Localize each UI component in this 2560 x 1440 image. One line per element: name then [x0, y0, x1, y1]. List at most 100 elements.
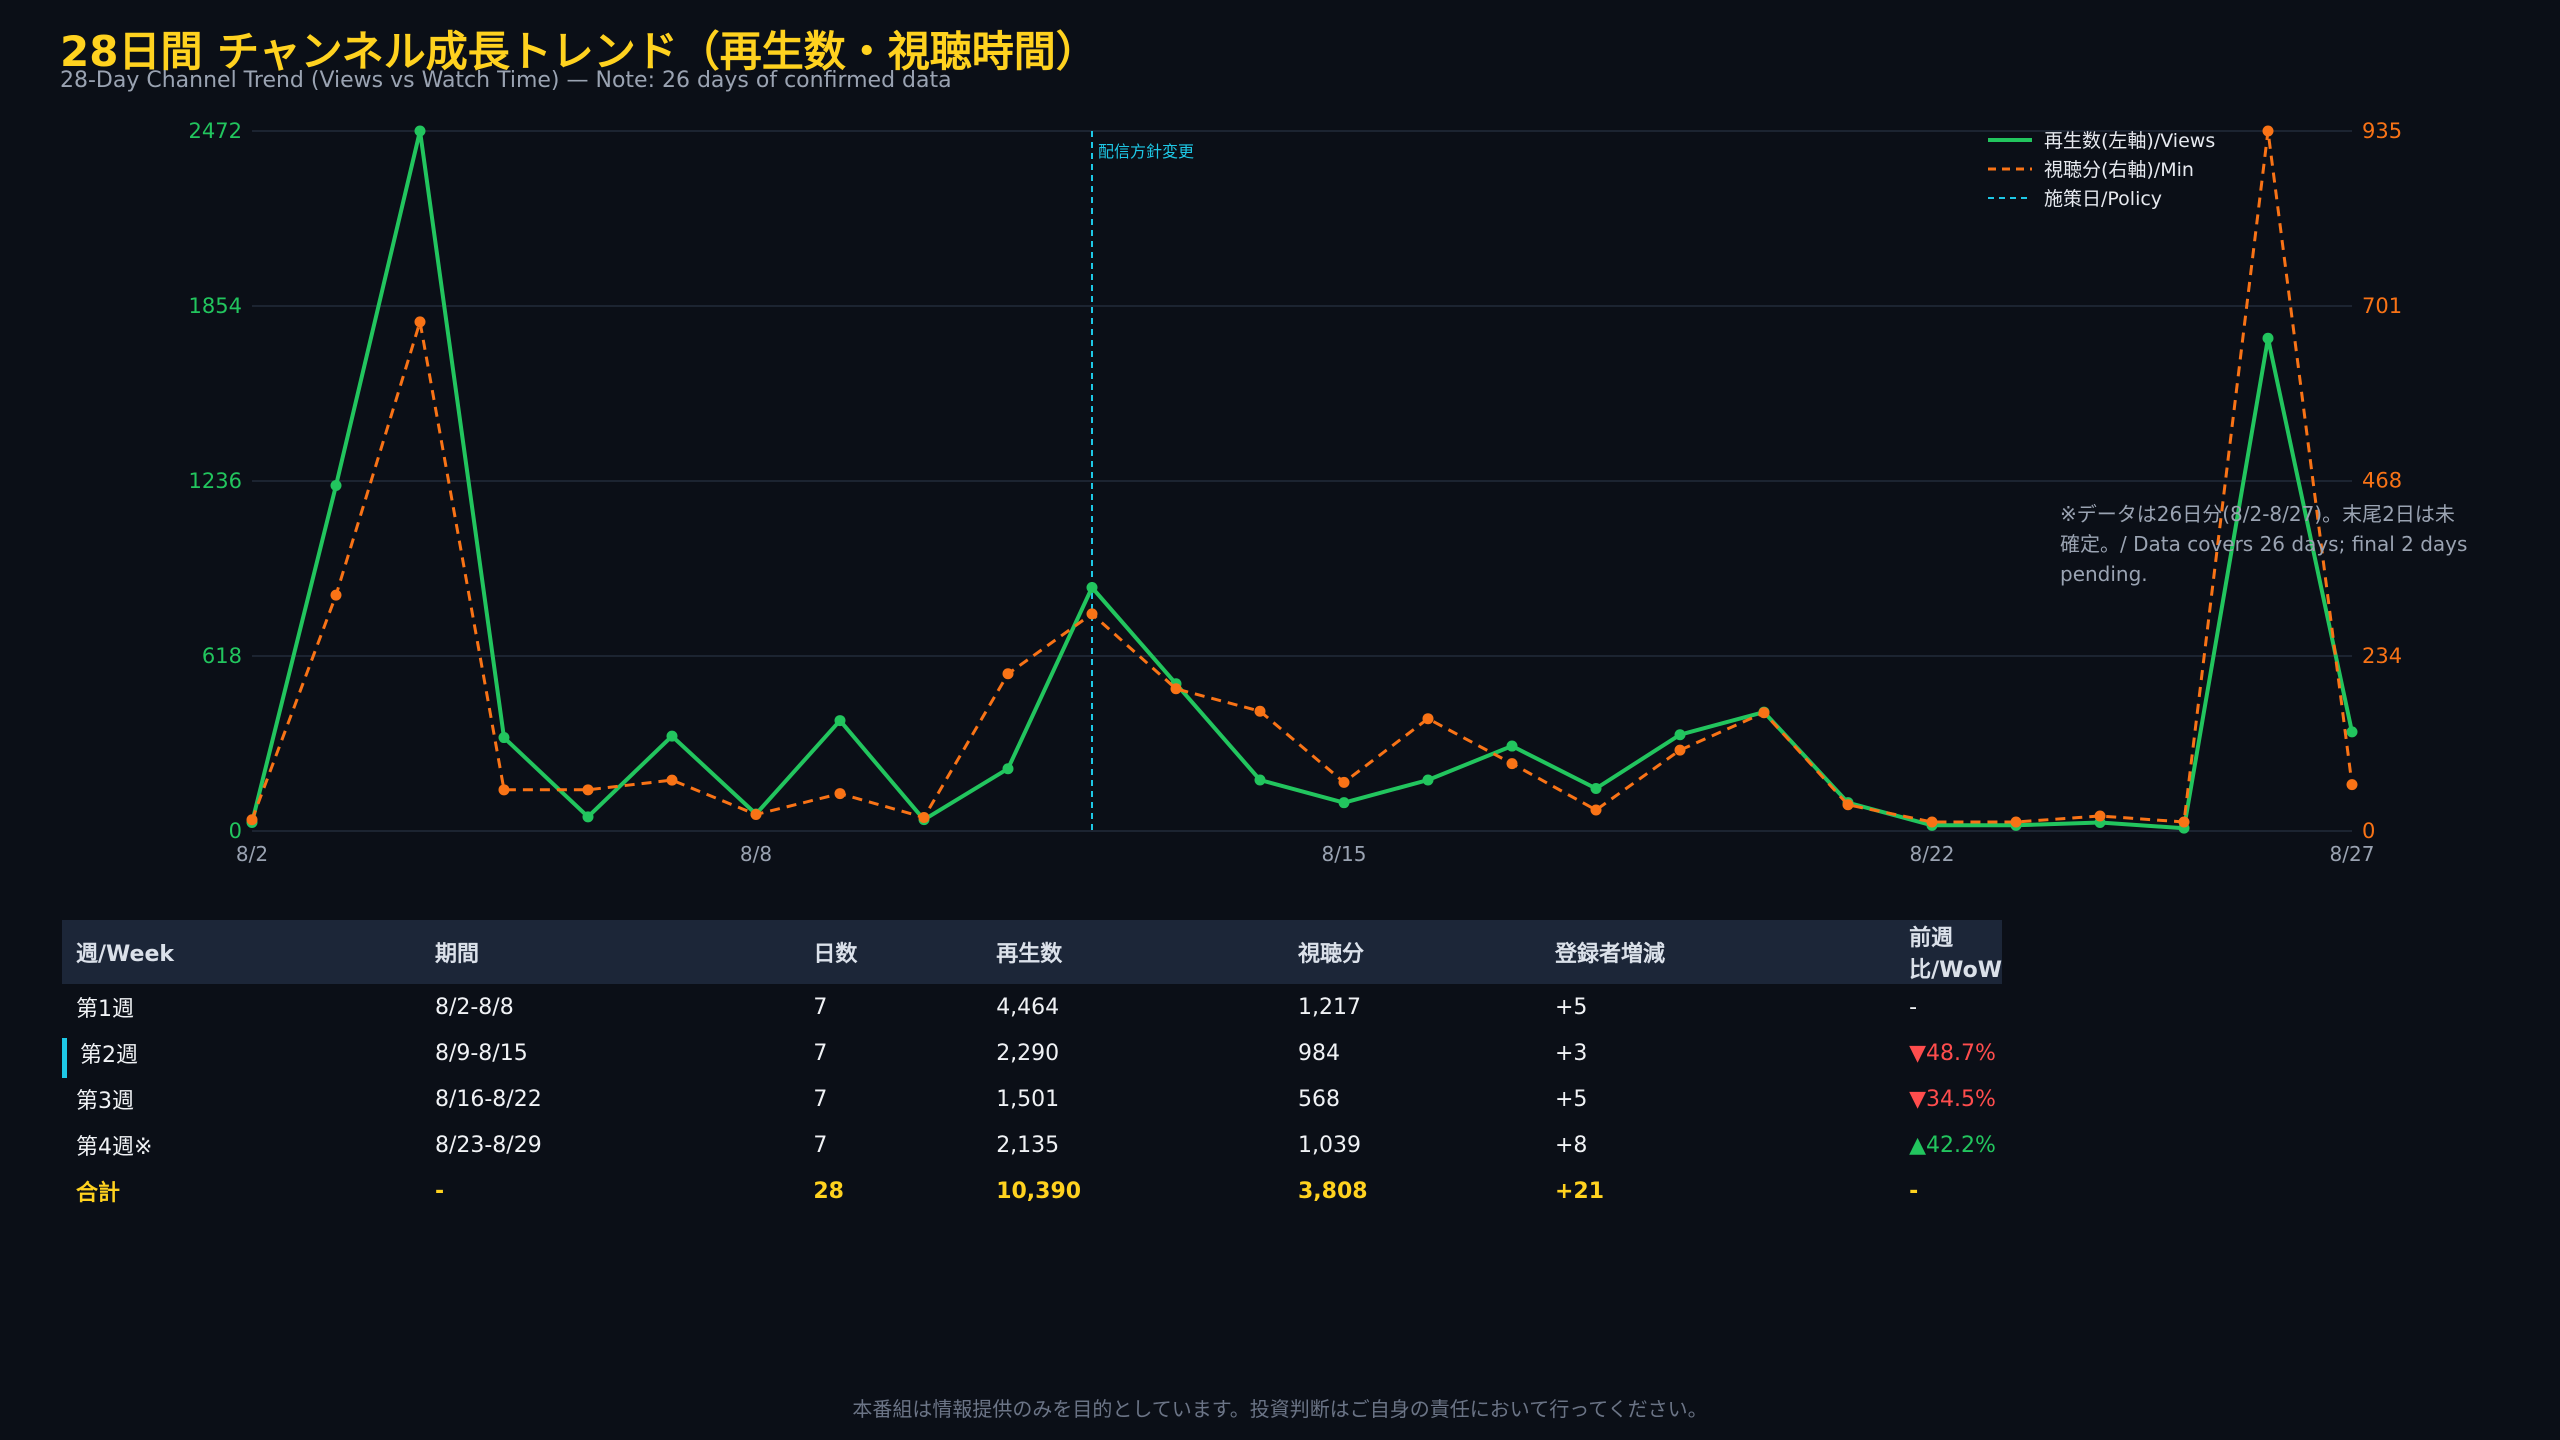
cell-days: 7 — [813, 1086, 828, 1112]
views-point — [1002, 763, 1014, 775]
views-point — [582, 811, 594, 823]
y-left-tick-label: 618 — [202, 644, 242, 668]
watch-point — [498, 784, 510, 796]
trend-chart: 0 618 1236 1854 2472 0 234 468 701 935 8/2 8/8 8/15 8… — [189, 119, 2468, 866]
x-tick-label: 8/15 — [1322, 842, 1367, 866]
cell-minutes: 3,808 — [1297, 1178, 1368, 1204]
views-point — [1254, 774, 1266, 786]
cell-wow: ▼48.7% — [1909, 1040, 1996, 1066]
cell-week: 合計 — [76, 1181, 121, 1206]
views-point — [2346, 726, 2358, 738]
cell-wow: ▲42.2% — [1909, 1132, 1996, 1158]
views-point — [1338, 797, 1350, 809]
watch-point — [1674, 744, 1686, 756]
watch-point — [2094, 810, 2106, 822]
views-point — [1674, 729, 1686, 741]
cell-subs: +5 — [1554, 1086, 1588, 1112]
views-point — [1422, 774, 1434, 786]
cell-views: 1,501 — [996, 1086, 1060, 1112]
cell-week: 第3週 — [76, 1089, 134, 1114]
cell-subs: +5 — [1554, 994, 1588, 1020]
weekly-summary-table: 週/Week 期間 日数 再生数 視聴分 登録者増減 前週比/WoW 第1週 8… — [62, 920, 2002, 1214]
views-point — [498, 732, 510, 744]
cell-week: 第1週 — [76, 997, 134, 1022]
data-note-annotation: 確定。/ Data covers 26 days; final 2 days — [2060, 532, 2467, 556]
watch-point — [1086, 608, 1098, 620]
y-left-tick-label: 2472 — [189, 119, 242, 143]
table-row: 第3週 8/16-8/22 7 1,501 568 +5 ▼34.5% — [62, 1076, 2002, 1122]
views-point — [1506, 740, 1518, 752]
table-total-row: 合計 - 28 10,390 3,808 +21 - — [62, 1168, 2002, 1214]
cell-minutes: 984 — [1297, 1040, 1340, 1066]
cell-views: 2,290 — [996, 1040, 1060, 1066]
cell-minutes: 1,217 — [1297, 994, 1361, 1020]
cell-period: 8/2-8/8 — [434, 994, 514, 1020]
current-week-marker — [62, 1038, 67, 1078]
watch-point — [1842, 799, 1854, 811]
watch-point — [582, 784, 594, 796]
cell-views: 4,464 — [996, 994, 1060, 1020]
disclaimer-footer: 本番組は情報提供のみを目的としています。投資判断はご自身の責任において行ってくだ… — [852, 1397, 1708, 1421]
x-tick-label: 8/8 — [740, 842, 772, 866]
watch-point — [1338, 776, 1350, 788]
policy-label: 配信方針変更 — [1098, 142, 1194, 161]
cell-minutes: 568 — [1297, 1086, 1340, 1112]
cell-week: 第2週 — [62, 1030, 421, 1078]
table-row: 第1週 8/2-8/8 7 4,464 1,217 +5 - — [62, 984, 2002, 1030]
legend-watch-label: 視聴分(右軸)/Min — [2044, 159, 2194, 181]
watch-point — [1254, 705, 1266, 717]
watch-point — [918, 812, 930, 824]
views-series-line — [250, 129, 2354, 831]
watch-point — [1506, 758, 1518, 770]
cell-views: 2,135 — [996, 1132, 1060, 1158]
watch-point — [750, 809, 762, 821]
legend-policy-label: 施策日/Policy — [2044, 188, 2162, 210]
watch-point — [1170, 683, 1182, 695]
watch-point — [246, 814, 258, 826]
data-note-annotation: ※データは26日分(8/2-8/27)。末尾2日は未 — [2060, 502, 2455, 526]
watch-point — [1926, 816, 1938, 828]
cell-subs: +3 — [1554, 1040, 1588, 1066]
watch-point — [2178, 816, 2190, 828]
watch-point — [834, 788, 846, 800]
watch-point — [1422, 713, 1434, 725]
watch-series-line — [250, 129, 2354, 824]
cell-days: 28 — [813, 1178, 844, 1204]
col-week: 週/Week — [62, 920, 421, 984]
cell-wow: - — [1909, 994, 1918, 1020]
col-views: 再生数 — [982, 920, 1284, 984]
cell-week: 第4週※ — [76, 1135, 153, 1160]
cell-week-label: 第2週 — [80, 1043, 138, 1068]
views-point — [2262, 332, 2274, 344]
cell-wow: ▼34.5% — [1909, 1086, 1996, 1112]
y-left-tick-label: 0 — [229, 819, 242, 843]
watch-point — [330, 589, 342, 601]
y-right-tick-label: 468 — [2362, 469, 2402, 493]
cell-days: 7 — [813, 1040, 828, 1066]
watch-point — [1002, 668, 1014, 680]
y-right-tick-label: 0 — [2362, 819, 2375, 843]
watch-point — [1590, 804, 1602, 816]
views-point — [1590, 783, 1602, 795]
watch-point — [2010, 816, 2022, 828]
cell-days: 7 — [813, 1132, 828, 1158]
cell-period: 8/23-8/29 — [434, 1132, 542, 1158]
watch-point — [414, 316, 426, 328]
x-tick-label: 8/22 — [1910, 842, 1955, 866]
watch-point — [2346, 779, 2358, 791]
data-note-annotation: pending. — [2060, 562, 2148, 586]
cell-period: 8/9-8/15 — [434, 1040, 528, 1066]
table-row: 第2週 8/9-8/15 7 2,290 984 +3 ▼48.7% — [62, 1030, 2002, 1078]
x-tick-label: 8/27 — [2330, 842, 2375, 866]
legend-views-label: 再生数(左軸)/Views — [2044, 130, 2215, 152]
y-left-tick-label: 1236 — [189, 469, 242, 493]
col-minutes: 視聴分 — [1283, 920, 1541, 984]
x-tick-label: 8/2 — [236, 842, 268, 866]
views-point — [666, 730, 678, 742]
col-subs: 登録者増減 — [1540, 920, 1896, 984]
col-period: 期間 — [420, 920, 800, 984]
cell-subs: +21 — [1554, 1178, 1605, 1204]
watch-point — [2262, 125, 2274, 137]
watch-point — [666, 774, 678, 786]
cell-views: 10,390 — [996, 1178, 1082, 1204]
